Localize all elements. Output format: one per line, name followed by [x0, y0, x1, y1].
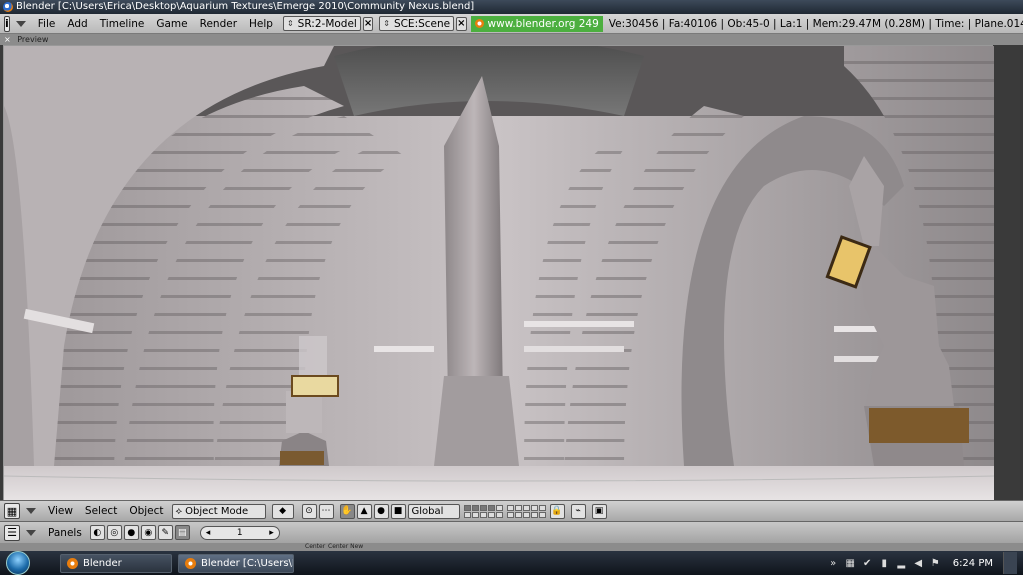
3d-viewport[interactable]: [0, 45, 1023, 500]
screen-name[interactable]: SR:2-Model: [298, 18, 357, 30]
preview-header: × Preview: [0, 34, 1023, 45]
shading-context-icon[interactable]: ●: [123, 525, 139, 540]
taskbar: Blender Blender [C:\Users\Er... » ▦ ✔ ▮ …: [0, 551, 1023, 575]
orientation-label[interactable]: Global: [412, 506, 444, 517]
screen-delete-icon[interactable]: ×: [362, 16, 374, 31]
blender-version-label[interactable]: www.blender.org 249: [488, 16, 599, 32]
snap-icon[interactable]: ⌁: [570, 503, 586, 519]
taskbar-item-blender[interactable]: Blender: [60, 553, 172, 573]
render-preview[interactable]: [3, 45, 995, 500]
blender-org-link[interactable]: www.blender.org 249: [470, 15, 603, 32]
scene-stats: Ve:30456 | Fa:40106 | Ob:45-0 | La:1 | M…: [608, 17, 1023, 30]
lock-icon[interactable]: 🔒: [549, 503, 565, 519]
windows-logo-icon[interactable]: [6, 551, 30, 575]
logic-context-icon[interactable]: ◐: [89, 525, 105, 540]
network-icon[interactable]: ▦: [845, 558, 856, 569]
center-new-button[interactable]: Center New: [328, 543, 363, 550]
window-title: Blender [C:\Users\Erica\Desktop\Aquarium…: [16, 1, 475, 12]
render-preview-icon[interactable]: ▣: [591, 503, 607, 519]
script-context-icon[interactable]: ◎: [106, 525, 122, 540]
window-title-bar: Blender [C:\Users\Erica\Desktop\Aquarium…: [0, 0, 1023, 14]
screen-browse-icon[interactable]: ⇕: [287, 19, 294, 28]
taskbar-item-label: Blender [C:\Users\Er...: [201, 557, 293, 569]
editing-context-icon[interactable]: ✎: [157, 525, 173, 540]
manipulator-hand-icon[interactable]: ✋: [339, 503, 355, 519]
scene-delete-icon[interactable]: ×: [456, 16, 467, 31]
frame-number-field[interactable]: ◂ 1 ▸: [199, 525, 280, 540]
menu-view[interactable]: View: [42, 505, 79, 517]
decrement-icon[interactable]: ◂: [206, 528, 211, 538]
editor-type-icon[interactable]: ☰: [4, 524, 20, 541]
rotate-icon[interactable]: ●: [373, 503, 389, 519]
battery-icon[interactable]: ▮: [879, 558, 890, 569]
close-icon[interactable]: ×: [4, 35, 11, 44]
blender-logo-icon: [474, 19, 484, 28]
orientation-dropdown[interactable]: Global: [407, 503, 460, 519]
menu-game[interactable]: Game: [150, 18, 193, 30]
security-icon[interactable]: ✔: [862, 558, 873, 569]
blender-app-icon: [3, 2, 13, 12]
preview-label: Preview: [17, 35, 49, 44]
scene-selector[interactable]: ⇕ SCE:Scene: [379, 16, 455, 31]
blender-icon: [185, 557, 196, 569]
menu-help[interactable]: Help: [243, 18, 279, 30]
object-context-icon[interactable]: ◉: [140, 525, 156, 540]
layer-lock-icon[interactable]: ⋯: [318, 503, 334, 519]
taskbar-item-label: Blender: [83, 557, 122, 569]
draw-type-icon[interactable]: ◆: [271, 503, 294, 519]
header-collapse-icon[interactable]: [26, 529, 36, 536]
mode-label[interactable]: Object Mode: [185, 506, 248, 517]
editor-type-icon[interactable]: ▦: [4, 503, 20, 519]
panels-label[interactable]: Panels: [42, 527, 88, 539]
signal-icon[interactable]: ▂: [896, 558, 907, 569]
scene-name[interactable]: SCE:Scene: [394, 18, 450, 30]
screen-selector[interactable]: ⇕ SR:2-Model: [282, 16, 361, 31]
header-collapse-icon[interactable]: [15, 20, 26, 27]
rendered-scene-image: [3, 45, 995, 500]
menu-select[interactable]: Select: [79, 505, 123, 517]
system-tray: » ▦ ✔ ▮ ▂ ◀ ⚑ 6:24 PM: [828, 551, 1023, 575]
scene-browse-icon[interactable]: ⇕: [383, 19, 390, 28]
mode-dropdown[interactable]: ⟡ Object Mode: [171, 503, 266, 519]
info-header: i File Add Timeline Game Render Help ⇕ S…: [0, 14, 1023, 34]
header-collapse-icon[interactable]: [26, 508, 36, 514]
pivot-point-icon[interactable]: ⊙: [301, 503, 317, 519]
buttons-window-header: ☰ Panels ◐ ◎ ● ◉ ✎ ▤ ◂ 1 ▸: [0, 521, 1023, 543]
menu-object[interactable]: Object: [123, 505, 169, 517]
layer-buttons-a[interactable]: [463, 504, 503, 518]
window-type-icon[interactable]: i: [4, 15, 10, 32]
clock[interactable]: 6:24 PM: [953, 558, 993, 569]
start-button[interactable]: [0, 551, 38, 575]
3d-view-header: ▦ View Select Object ⟡ Object Mode ◆ ⊙ ⋯…: [0, 500, 1023, 521]
buttons-panel-strip: Center Center New: [0, 543, 1023, 551]
scene-context-icon[interactable]: ▤: [174, 525, 190, 540]
layer-buttons-b[interactable]: [506, 504, 546, 518]
menu-render[interactable]: Render: [194, 18, 243, 30]
menu-add[interactable]: Add: [61, 18, 93, 30]
object-mode-icon: ⟡: [175, 505, 183, 517]
frame-value[interactable]: 1: [237, 528, 243, 538]
taskbar-item-blender-file[interactable]: Blender [C:\Users\Er...: [178, 553, 294, 573]
translate-icon[interactable]: ▲: [356, 503, 372, 519]
center-button[interactable]: Center: [305, 543, 325, 550]
scale-icon[interactable]: ■: [390, 503, 406, 519]
blender-icon: [67, 557, 78, 569]
increment-icon[interactable]: ▸: [269, 528, 274, 538]
flag-icon[interactable]: ⚑: [930, 558, 941, 569]
expand-tray-icon[interactable]: »: [828, 558, 839, 569]
volume-icon[interactable]: ◀: [913, 558, 924, 569]
menu-timeline[interactable]: Timeline: [94, 18, 151, 30]
menu-file[interactable]: File: [32, 18, 62, 30]
show-desktop-button[interactable]: [1003, 552, 1017, 574]
